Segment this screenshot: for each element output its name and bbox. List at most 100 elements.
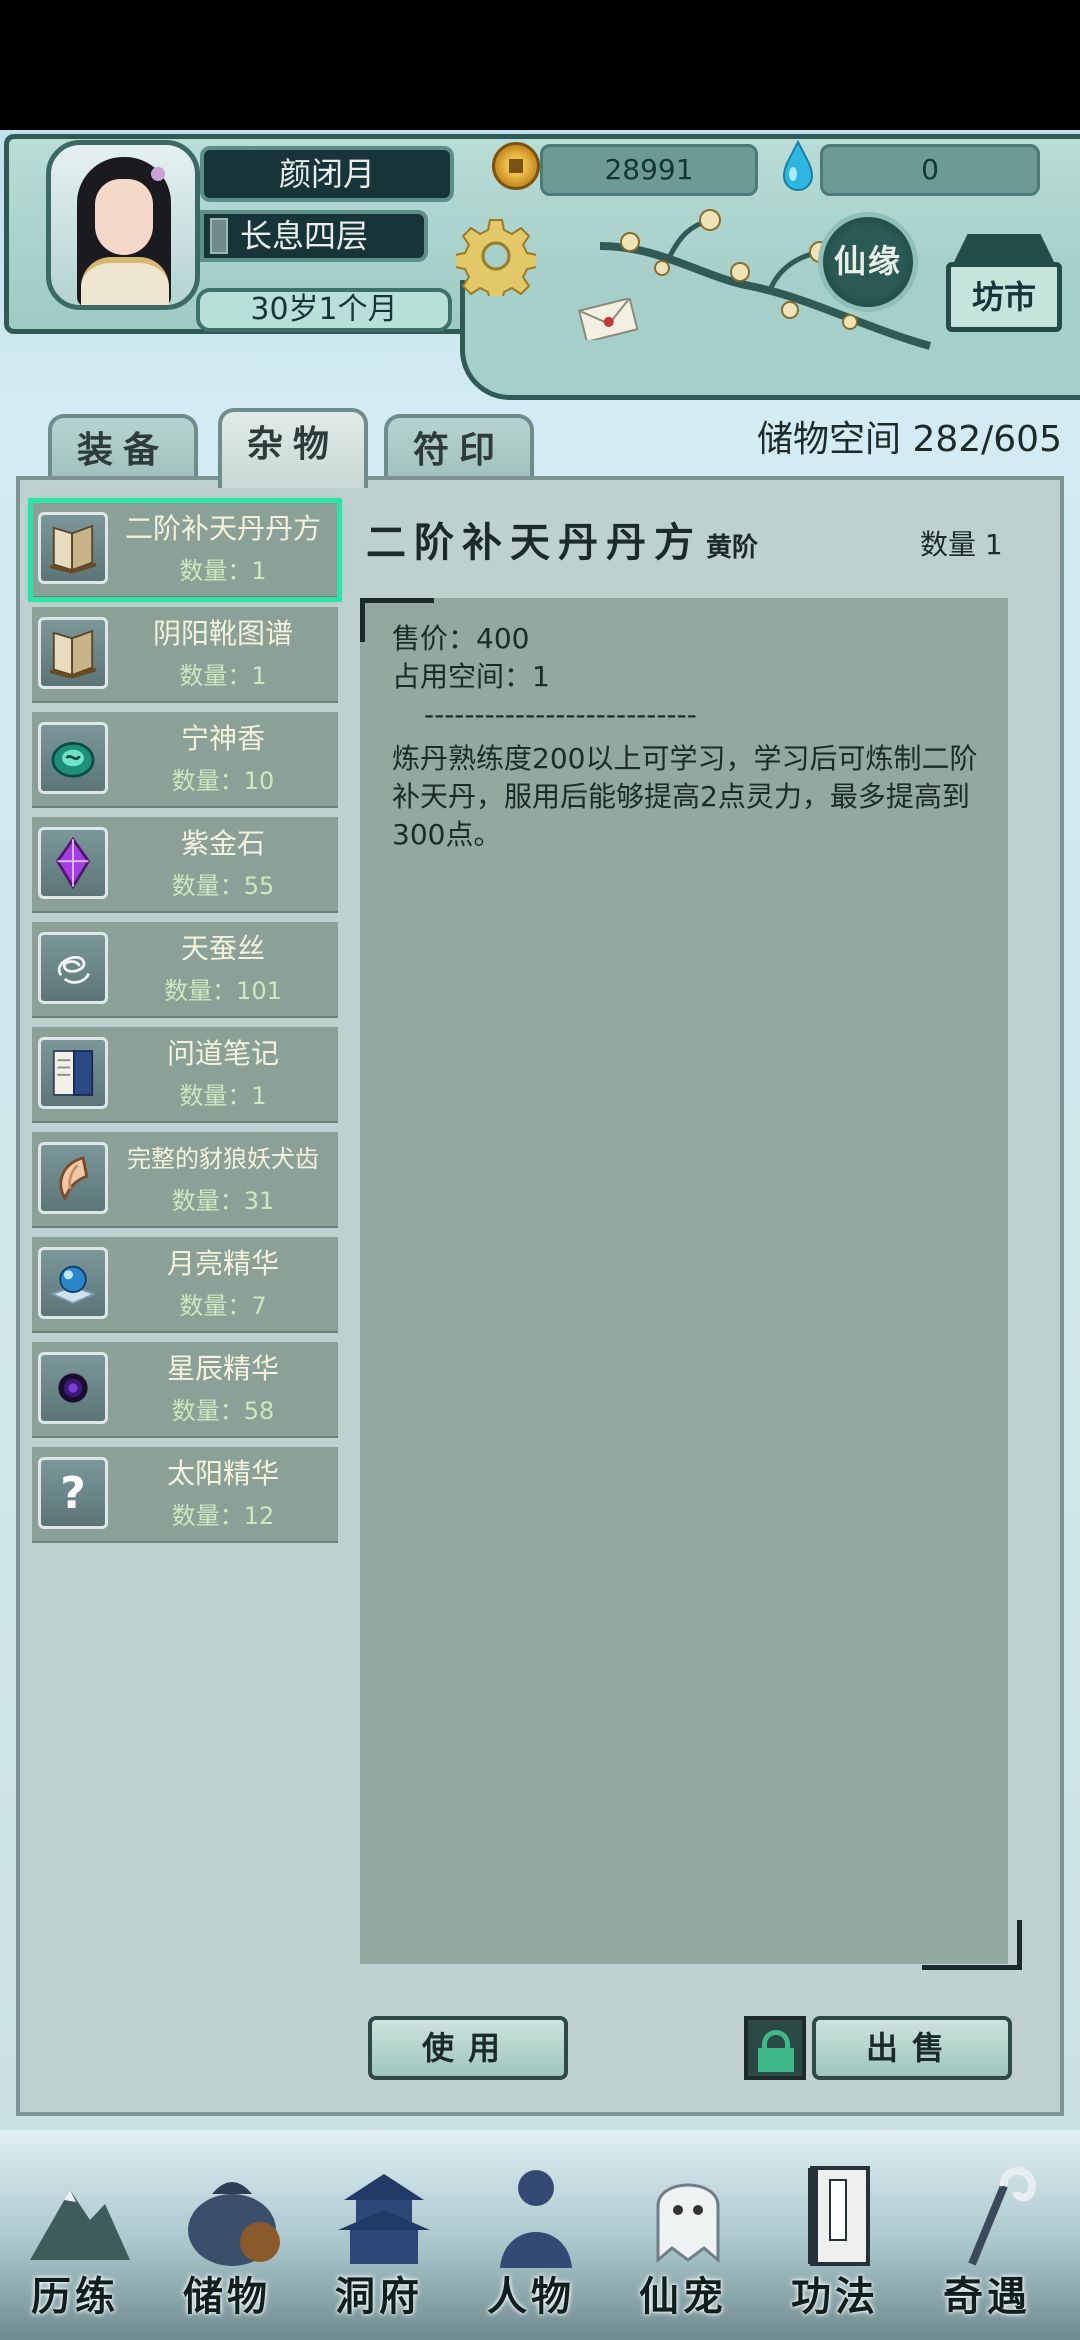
nav-label: 储物 bbox=[183, 2274, 271, 2320]
nav-cave-dwelling[interactable]: 洞府 bbox=[304, 2130, 454, 2340]
silk-icon bbox=[38, 932, 108, 1004]
nav-character[interactable]: 人物 bbox=[456, 2130, 606, 2340]
item-grade: 黄阶 bbox=[706, 533, 759, 563]
list-item[interactable]: 紫金石 数量：55 bbox=[32, 817, 338, 913]
realm-label: 长息四层 bbox=[240, 217, 369, 255]
avatar-robe bbox=[81, 257, 169, 305]
nav-label: 仙宠 bbox=[639, 2274, 727, 2320]
nav-pet[interactable]: 仙宠 bbox=[608, 2130, 758, 2340]
nav-storage[interactable]: 储物 bbox=[152, 2130, 302, 2340]
list-item[interactable]: 月亮精华 数量：7 bbox=[32, 1237, 338, 1333]
avatar-hair-flower bbox=[151, 167, 165, 181]
realm-progress-bar bbox=[210, 218, 228, 254]
book-icon bbox=[38, 617, 108, 689]
mail-icon[interactable] bbox=[578, 298, 638, 340]
spirit-stone-count: 0 bbox=[820, 144, 1040, 196]
item-count: 数量：1 bbox=[179, 557, 267, 585]
staff-icon bbox=[968, 2167, 1037, 2266]
list-item[interactable]: 天蚕丝 数量：101 bbox=[32, 922, 338, 1018]
list-item[interactable]: 宁神香 数量：10 bbox=[32, 712, 338, 808]
item-name: 星辰精华 bbox=[166, 1352, 279, 1385]
storage-capacity-label: 储物空间 bbox=[756, 419, 901, 460]
detail-separator: --------------------------- bbox=[424, 698, 697, 731]
lock-button[interactable] bbox=[744, 2016, 806, 2080]
list-item[interactable]: 完整的豺狼妖犬齿 数量：31 bbox=[32, 1132, 338, 1228]
player-header: 颜闭月 长息四层 30岁1个月 28991 0 仙缘 坊市 bbox=[0, 130, 1080, 400]
coin-icon bbox=[492, 142, 540, 190]
item-count: 数量：58 bbox=[171, 1397, 275, 1425]
item-detail-name: 二阶补天丹丹方 bbox=[366, 520, 702, 566]
item-count: 数量：7 bbox=[179, 1292, 267, 1320]
use-button[interactable]: 使用 bbox=[368, 2016, 568, 2080]
item-count: 数量：101 bbox=[164, 977, 282, 1005]
item-name: 二阶补天丹丹方 bbox=[124, 512, 321, 545]
book-icon bbox=[38, 512, 108, 584]
sell-button[interactable]: 出售 bbox=[812, 2016, 1012, 2080]
avatar-face bbox=[95, 179, 153, 255]
item-count: 数量：55 bbox=[171, 872, 275, 900]
list-item[interactable]: 问道笔记 数量：1 bbox=[32, 1027, 338, 1123]
list-item[interactable]: 阴阳靴图谱 数量：1 bbox=[32, 607, 338, 703]
item-name: 宁神香 bbox=[180, 722, 265, 755]
bottom-nav: 历练 储物 洞府 人物 仙宠 功法 奇遇 bbox=[0, 2130, 1080, 2340]
nav-techniques[interactable]: 功法 bbox=[760, 2130, 910, 2340]
storage-capacity-value: 282/605 bbox=[912, 419, 1062, 460]
tab-misc[interactable]: 杂物 bbox=[218, 408, 368, 488]
moon-orb-icon bbox=[38, 1247, 108, 1319]
incense-icon bbox=[38, 722, 108, 794]
item-name: 阴阳靴图谱 bbox=[152, 617, 293, 650]
item-name: 天蚕丝 bbox=[180, 932, 265, 965]
notebook-icon bbox=[38, 1037, 108, 1109]
item-name: 紫金石 bbox=[180, 827, 265, 860]
gear-icon[interactable] bbox=[456, 216, 536, 296]
player-name: 颜闭月 bbox=[200, 146, 454, 202]
avatar[interactable] bbox=[46, 140, 200, 310]
nav-label: 历练 bbox=[31, 2274, 119, 2320]
nav-label: 人物 bbox=[487, 2274, 575, 2320]
detail-corner-decoration bbox=[922, 1920, 1022, 1970]
nav-encounters[interactable]: 奇遇 bbox=[912, 2130, 1062, 2340]
mountain-icon bbox=[30, 2190, 130, 2260]
inventory-panel: 二阶补天丹丹方 数量：1 阴阳靴图谱 数量：1 宁神香 数量：10 紫金石 数量… bbox=[16, 476, 1064, 2116]
item-count: 数量：10 bbox=[171, 767, 275, 795]
item-description: 炼丹熟练度200以上可学习，学习后可炼制二阶补天丹，服用后能够提高2点灵力，最多… bbox=[392, 742, 978, 851]
item-name: 完整的豺狼妖犬齿 bbox=[127, 1145, 319, 1173]
item-detail-text: 售价：400 占用空间：1 --------------------------… bbox=[392, 620, 992, 854]
xianyuan-button[interactable]: 仙缘 bbox=[818, 212, 918, 312]
item-name: 问道笔记 bbox=[166, 1037, 279, 1070]
pagoda-icon bbox=[338, 2174, 430, 2264]
list-item[interactable]: 星辰精华 数量：58 bbox=[32, 1342, 338, 1438]
item-count: 数量：1 bbox=[179, 662, 267, 690]
item-detail-quantity: 数量 1 bbox=[920, 528, 1003, 561]
game-screen: 颜闭月 长息四层 30岁1个月 28991 0 仙缘 坊市 装备 符印 储物空间… bbox=[0, 130, 1080, 2340]
bag-icon bbox=[188, 2182, 280, 2266]
nav-training[interactable]: 历练 bbox=[0, 2130, 150, 2340]
market-roof-icon bbox=[952, 234, 1056, 266]
ghost-pet-icon bbox=[656, 2183, 720, 2264]
player-realm: 长息四层 bbox=[200, 210, 428, 262]
list-item[interactable]: ? 太阳精华 数量：12 bbox=[32, 1447, 338, 1543]
storage-capacity: 储物空间 282/605 bbox=[757, 410, 1062, 470]
player-age: 30岁1个月 bbox=[196, 288, 452, 332]
unknown-icon: ? bbox=[38, 1457, 108, 1529]
market-button[interactable]: 坊市 bbox=[946, 226, 1062, 336]
fang-icon bbox=[38, 1142, 108, 1214]
nav-label: 功法 bbox=[791, 2274, 879, 2320]
item-list[interactable]: 二阶补天丹丹方 数量：1 阴阳靴图谱 数量：1 宁神香 数量：10 紫金石 数量… bbox=[28, 498, 342, 1552]
spirit-drop-icon bbox=[782, 140, 814, 191]
item-count: 数量：31 bbox=[171, 1187, 275, 1215]
item-space: 占用空间：1 bbox=[392, 660, 550, 693]
coin-count: 28991 bbox=[540, 144, 758, 196]
item-price: 售价：400 bbox=[392, 622, 530, 655]
person-icon bbox=[500, 2170, 572, 2268]
nav-label: 洞府 bbox=[335, 2274, 423, 2320]
item-name: 太阳精华 bbox=[166, 1457, 279, 1490]
purple-gem-icon bbox=[38, 827, 108, 899]
market-label: 坊市 bbox=[946, 262, 1062, 332]
status-bar bbox=[0, 0, 1080, 130]
item-count: 数量：1 bbox=[179, 1082, 267, 1110]
list-item[interactable]: 二阶补天丹丹方 数量：1 bbox=[28, 498, 342, 602]
item-name: 月亮精华 bbox=[166, 1247, 279, 1280]
item-detail-title: 二阶补天丹丹方 黄阶 bbox=[366, 516, 758, 575]
nav-label: 奇遇 bbox=[943, 2274, 1031, 2320]
